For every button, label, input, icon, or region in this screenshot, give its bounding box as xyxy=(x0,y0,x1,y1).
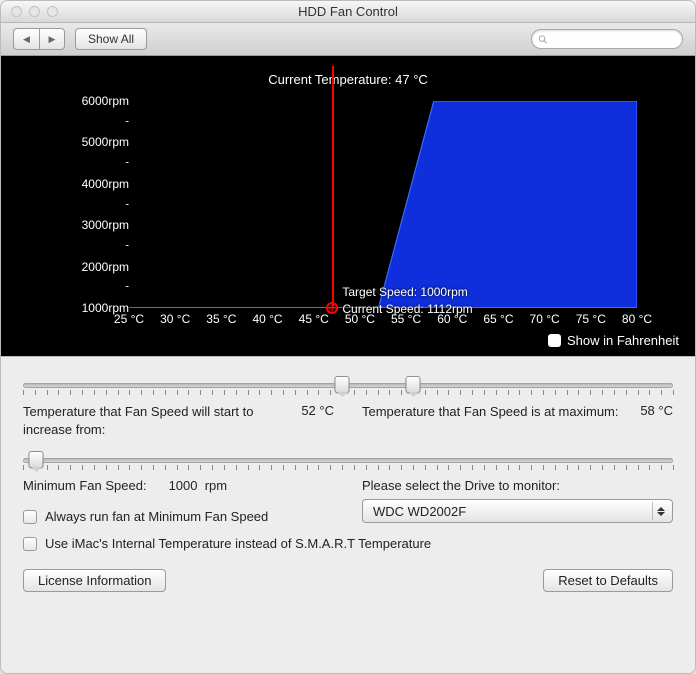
temperature-range-slider[interactable] xyxy=(23,377,673,395)
y-tick: 3000rpm xyxy=(82,219,129,231)
x-tick: 65 °C xyxy=(483,312,513,326)
fan-chart: Current Temperature: 47 °C 6000rpm-5000r… xyxy=(1,56,695,356)
x-tick: 40 °C xyxy=(252,312,282,326)
drive-select-prompt: Please select the Drive to monitor: xyxy=(362,478,673,493)
always-min-label: Always run fan at Minimum Fan Speed xyxy=(45,509,268,524)
x-tick: 80 °C xyxy=(622,312,652,326)
x-tick: 75 °C xyxy=(576,312,606,326)
toolbar: ◀ ▶ Show All xyxy=(1,23,695,56)
fahrenheit-label: Show in Fahrenheit xyxy=(567,333,679,348)
back-button[interactable]: ◀ xyxy=(13,28,39,50)
drive-select[interactable]: WDC WD2002F xyxy=(362,499,673,523)
max-temp-value: 58 °C xyxy=(640,403,673,438)
fan-curve-area xyxy=(129,101,637,308)
fahrenheit-toggle[interactable]: Show in Fahrenheit xyxy=(548,333,679,348)
license-button[interactable]: License Information xyxy=(23,569,166,592)
x-tick: 55 °C xyxy=(391,312,421,326)
drive-select-value: WDC WD2002F xyxy=(373,504,466,519)
x-tick: 60 °C xyxy=(437,312,467,326)
x-axis: 25 °C30 °C35 °C40 °C45 °C50 °C55 °C60 °C… xyxy=(129,310,637,326)
y-tick: 2000rpm xyxy=(82,261,129,273)
chevron-right-icon: ▶ xyxy=(49,34,56,45)
use-internal-label: Use iMac's Internal Temperature instead … xyxy=(45,536,431,551)
controls-panel: Temperature that Fan Speed will start to… xyxy=(1,356,695,673)
x-tick: 45 °C xyxy=(299,312,329,326)
reset-button[interactable]: Reset to Defaults xyxy=(543,569,673,592)
forward-button[interactable]: ▶ xyxy=(39,28,65,50)
x-tick: 25 °C xyxy=(114,312,144,326)
min-speed-slider[interactable] xyxy=(23,452,673,470)
checkbox-icon[interactable] xyxy=(23,510,37,524)
min-speed-unit: rpm xyxy=(205,478,227,493)
y-tick: 4000rpm xyxy=(82,178,129,190)
current-temp-line xyxy=(332,66,334,308)
updown-icon xyxy=(652,502,668,520)
start-temp-thumb[interactable] xyxy=(335,376,350,393)
window: HDD Fan Control ◀ ▶ Show All Current Tem… xyxy=(0,0,696,674)
checkbox-icon[interactable] xyxy=(548,334,561,347)
x-tick: 30 °C xyxy=(160,312,190,326)
max-temp-label: Temperature that Fan Speed is at maximum… xyxy=(362,403,624,438)
plot-area: Target Speed: 1000rpm Current Speed: 111… xyxy=(129,101,637,308)
use-internal-checkbox[interactable]: Use iMac's Internal Temperature instead … xyxy=(23,536,673,551)
x-tick: 50 °C xyxy=(345,312,375,326)
nav-buttons: ◀ ▶ xyxy=(13,28,65,50)
show-all-button[interactable]: Show All xyxy=(75,28,147,50)
chevron-left-icon: ◀ xyxy=(23,34,30,45)
y-tick: 5000rpm xyxy=(82,136,129,148)
temp-labels-row: Temperature that Fan Speed will start to… xyxy=(23,403,673,438)
min-speed-value: 1000 xyxy=(169,478,198,493)
window-title: HDD Fan Control xyxy=(1,4,695,19)
min-speed-label: Minimum Fan Speed: xyxy=(23,478,147,493)
y-axis: 6000rpm-5000rpm-4000rpm-3000rpm-2000rpm-… xyxy=(43,101,129,308)
max-temp-thumb[interactable] xyxy=(406,376,421,393)
checkbox-icon[interactable] xyxy=(23,537,37,551)
start-temp-value: 52 °C xyxy=(301,403,334,438)
min-speed-thumb[interactable] xyxy=(29,451,44,468)
search-input[interactable] xyxy=(552,33,676,45)
chart-title: Current Temperature: 47 °C xyxy=(1,72,695,87)
search-icon xyxy=(538,34,548,45)
titlebar: HDD Fan Control xyxy=(1,1,695,23)
x-tick: 35 °C xyxy=(206,312,236,326)
always-min-checkbox[interactable]: Always run fan at Minimum Fan Speed xyxy=(23,509,334,524)
start-temp-label: Temperature that Fan Speed will start to… xyxy=(23,403,285,438)
x-tick: 70 °C xyxy=(530,312,560,326)
target-speed-label: Target Speed: 1000rpm xyxy=(342,285,467,299)
y-tick: 6000rpm xyxy=(82,95,129,107)
search-field[interactable] xyxy=(531,29,683,49)
